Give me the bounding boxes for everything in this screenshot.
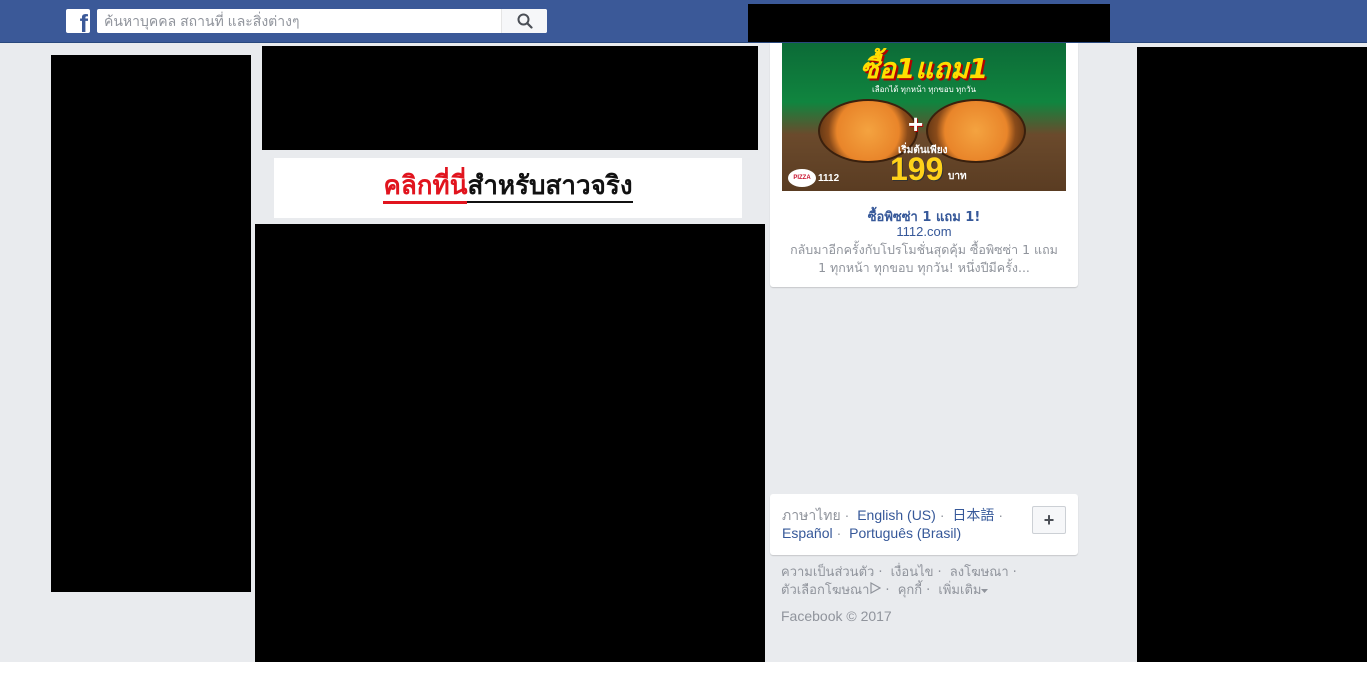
- copyright-text: Facebook © 2017: [781, 608, 892, 624]
- search-button[interactable]: [501, 9, 547, 33]
- footer-more-link[interactable]: เพิ่มเติม: [938, 583, 989, 598]
- ad-image-subtext: เลือกได้ ทุกหน้า ทุกขอบ ทุกวัน: [871, 85, 977, 94]
- footer-terms-link[interactable]: เงื่อนไข: [891, 565, 934, 580]
- facebook-logo-icon[interactable]: f: [66, 9, 90, 33]
- ad-choices-icon: [870, 581, 882, 595]
- footer-cookies-link[interactable]: คุกกี้: [898, 583, 922, 598]
- language-selector-card: ภาษาไทย · English (US) · 日本語 · Español · Por…: [770, 494, 1078, 555]
- sponsored-ad-card[interactable]: ซื้อ1แถม1 เลือกได้ ทุกหน้า ทุกขอบ ทุกวัน…: [770, 43, 1078, 287]
- caret-down-icon: [981, 589, 989, 593]
- ad-domain[interactable]: 1112.com: [770, 224, 1078, 239]
- language-english[interactable]: English (US): [857, 507, 936, 523]
- ad-price: 199: [890, 151, 944, 187]
- bottom-strip: [0, 662, 1367, 680]
- ad-price-unit: บาท: [948, 171, 967, 182]
- ad-description: กลับมาอีกครั้งกับโปรโมชั่นสุดคุ้ม ซื้อพิ…: [790, 242, 1058, 275]
- footer-more-label: เพิ่มเติม: [938, 583, 982, 598]
- search-icon: [517, 13, 533, 29]
- logo-letter: f: [79, 10, 88, 34]
- language-portuguese[interactable]: Português (Brasil): [849, 525, 961, 541]
- footer-ad-choices-link[interactable]: ตัวเลือกโฆษณา: [781, 581, 882, 598]
- language-japanese[interactable]: 日本語: [952, 507, 994, 523]
- more-languages-button[interactable]: +: [1032, 506, 1066, 534]
- pizza-brand-logo: PIZZA: [788, 169, 816, 187]
- redacted-main-content: [255, 224, 765, 680]
- plus-icon: +: [908, 109, 924, 139]
- promo-banner[interactable]: คลิกที่นี่สำหรับสาวจริง: [274, 158, 742, 218]
- banner-red-text: คลิกที่นี่: [383, 170, 468, 204]
- top-navigation-bar: f: [0, 0, 1367, 43]
- footer-advertising-link[interactable]: ลงโฆษณา: [950, 565, 1009, 580]
- redacted-top-nav: [748, 4, 1110, 42]
- pizza-brand-number: 1112: [818, 173, 840, 184]
- ad-choices-label: ตัวเลือกโฆษณา: [781, 583, 870, 598]
- language-spanish[interactable]: Español: [782, 525, 833, 541]
- footer-privacy-link[interactable]: ความเป็นส่วนตัว: [781, 565, 874, 580]
- banner-black-text: สำหรับสาวจริง: [467, 170, 633, 203]
- search-bar: [97, 9, 547, 33]
- banner-text: คลิกที่นี่สำหรับสาวจริง: [383, 170, 633, 205]
- search-input[interactable]: [97, 9, 501, 33]
- footer-links: ความเป็นส่วนตัว · เงื่อนไข · ลงโฆษณา · ตัวเ…: [781, 565, 1017, 598]
- language-current: ภาษาไทย: [782, 507, 841, 523]
- redacted-cover: [262, 46, 758, 150]
- ad-image[interactable]: ซื้อ1แถม1 เลือกได้ ทุกหน้า ทุกขอบ ทุกวัน…: [782, 43, 1066, 191]
- redacted-right-panel: [1137, 47, 1367, 665]
- language-list: ภาษาไทย · English (US) · 日本語 · Español · Por…: [782, 507, 1004, 541]
- redacted-left-sidebar: [51, 55, 251, 592]
